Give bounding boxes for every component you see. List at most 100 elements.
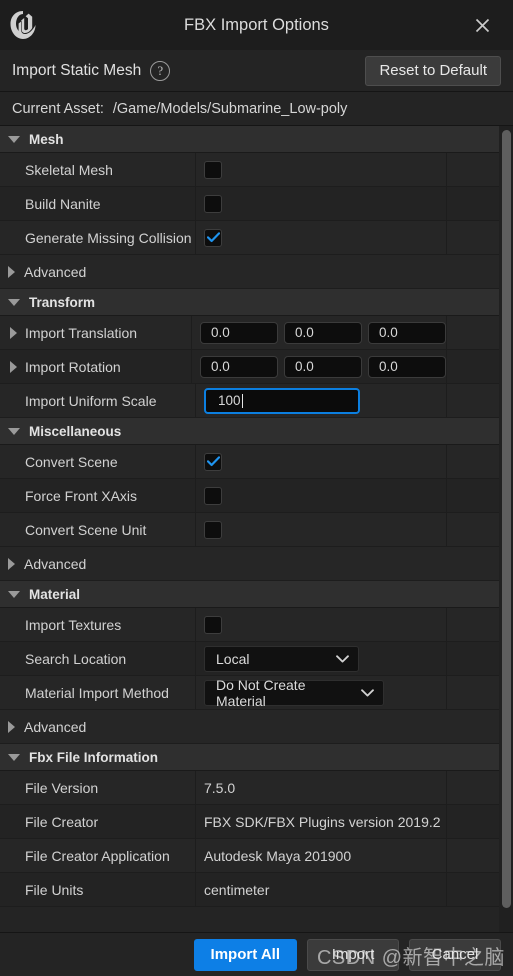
property-row: Import Textures xyxy=(0,608,499,642)
title-bar: FBX Import Options xyxy=(0,0,513,50)
property-name-cell: Force Front XAxis xyxy=(0,479,196,512)
number-input-z[interactable]: 0.0 xyxy=(368,321,446,344)
reset-to-default-button[interactable]: Reset to Default xyxy=(365,55,501,86)
property-value-cell xyxy=(196,221,447,254)
number-input-x[interactable]: 0.0 xyxy=(200,355,278,378)
property-label: Skeletal Mesh xyxy=(25,161,113,178)
property-name-cell: Import Translation xyxy=(0,316,192,349)
checkbox-force-front-xaxis[interactable] xyxy=(204,486,222,505)
chevron-down-icon[interactable] xyxy=(8,298,20,306)
advanced-section-toggle[interactable]: Advanced xyxy=(0,547,499,581)
property-row: Import Translation 0.0 0.0 0.0 xyxy=(0,316,499,350)
chevron-right-icon[interactable] xyxy=(10,360,17,373)
property-row: File Units centimeter xyxy=(0,873,499,907)
vertical-scrollbar[interactable] xyxy=(499,126,513,932)
advanced-section-toggle[interactable]: Advanced xyxy=(0,710,499,744)
category-header[interactable]: Material xyxy=(0,581,499,608)
checkbox-generate-missing-collision[interactable] xyxy=(204,228,222,247)
category-label: Material xyxy=(29,586,81,602)
property-label: Convert Scene Unit xyxy=(25,521,147,538)
property-label: Build Nanite xyxy=(25,195,101,212)
property-value-cell: 0.0 0.0 0.0 xyxy=(192,316,447,349)
checkbox-build-nanite[interactable] xyxy=(204,194,222,213)
input-value: 100 xyxy=(218,393,241,408)
property-reset-cell xyxy=(447,839,499,872)
chevron-right-icon[interactable] xyxy=(8,720,15,733)
checkbox-convert-scene[interactable] xyxy=(204,452,222,471)
property-name-cell: Generate Missing Collision xyxy=(0,221,196,254)
property-label: Import Rotation xyxy=(25,358,121,375)
category-label: Miscellaneous xyxy=(29,423,122,439)
property-value-cell xyxy=(196,513,447,546)
property-row: Material Import Method Do Not Create Mate… xyxy=(0,676,499,710)
chevron-down-icon[interactable] xyxy=(8,753,20,761)
property-value-cell xyxy=(196,479,447,512)
dropdown-value: Local xyxy=(216,650,250,667)
property-label: File Units xyxy=(25,881,84,898)
property-value-text: FBX SDK/FBX Plugins version 2019.2 xyxy=(204,813,441,830)
chevron-right-icon[interactable] xyxy=(8,265,15,278)
dropdown-material-import-method[interactable]: Do Not Create Material xyxy=(204,677,384,709)
cancel-button[interactable]: Cancel xyxy=(409,938,501,971)
number-input-y[interactable]: 0.0 xyxy=(284,355,362,378)
dialog-footer: Import All Import Cancel CSDN @新智中之脑 xyxy=(0,932,513,976)
checkbox-skeletal-mesh[interactable] xyxy=(204,160,222,179)
unreal-engine-logo xyxy=(0,0,46,50)
number-input-z[interactable]: 0.0 xyxy=(368,355,446,378)
chevron-down-icon xyxy=(347,688,374,697)
property-reset-cell xyxy=(447,642,499,675)
close-icon[interactable] xyxy=(461,0,503,50)
number-input-y[interactable]: 0.0 xyxy=(284,321,362,344)
category-label: Transform xyxy=(29,294,96,310)
property-value-cell xyxy=(196,445,447,478)
chevron-right-icon[interactable] xyxy=(8,557,15,570)
advanced-section-toggle[interactable]: Advanced xyxy=(0,255,499,289)
property-label: Import Translation xyxy=(25,324,138,341)
property-label: Force Front XAxis xyxy=(25,487,138,504)
import-button[interactable]: Import xyxy=(307,938,399,971)
property-reset-cell xyxy=(447,805,499,838)
category-header[interactable]: Transform xyxy=(0,289,499,316)
chevron-right-icon[interactable] xyxy=(10,326,17,339)
property-label: File Version xyxy=(25,779,99,796)
category-header[interactable]: Fbx File Information xyxy=(0,744,499,771)
current-asset-path: /Game/Models/Submarine_Low-poly xyxy=(112,100,348,117)
property-reset-cell xyxy=(447,316,499,349)
chevron-down-icon[interactable] xyxy=(8,427,20,435)
property-value-cell: FBX SDK/FBX Plugins version 2019.2 xyxy=(196,805,447,838)
import-uniform-scale-input[interactable]: 100 xyxy=(204,387,360,414)
property-name-cell: Convert Scene Unit xyxy=(0,513,196,546)
property-reset-cell xyxy=(447,153,499,186)
current-asset-label: Current Asset: xyxy=(12,100,104,117)
category-header[interactable]: Miscellaneous xyxy=(0,418,499,445)
property-value-cell: 100 xyxy=(196,384,447,417)
property-value-cell: 7.5.0 xyxy=(196,771,447,804)
dropdown-search-location[interactable]: Local xyxy=(204,645,359,672)
property-reset-cell xyxy=(447,187,499,220)
property-row: Build Nanite xyxy=(0,187,499,221)
chevron-down-icon[interactable] xyxy=(8,590,20,598)
import-mode-title: Import Static Mesh xyxy=(12,61,142,79)
checkbox-import-textures[interactable] xyxy=(204,615,222,634)
property-name-cell: Import Uniform Scale xyxy=(0,384,196,417)
property-value-cell xyxy=(196,187,447,220)
property-reset-cell xyxy=(447,384,499,417)
property-label: Convert Scene xyxy=(25,453,118,470)
scrollbar-thumb[interactable] xyxy=(501,130,511,909)
advanced-label: Advanced xyxy=(24,263,87,280)
property-row: File Creator FBX SDK/FBX Plugins version … xyxy=(0,805,499,839)
property-name-cell: Search Location xyxy=(0,642,196,675)
category-header[interactable]: Mesh xyxy=(0,126,499,153)
advanced-label: Advanced xyxy=(24,718,87,735)
checkbox-convert-scene-unit[interactable] xyxy=(204,520,222,539)
import-all-button[interactable]: Import All xyxy=(193,938,297,971)
property-row: Convert Scene xyxy=(0,445,499,479)
property-value-text: centimeter xyxy=(204,881,270,898)
property-label: Generate Missing Collision xyxy=(25,229,192,246)
help-circle-icon[interactable]: ? xyxy=(150,60,171,81)
property-row: Convert Scene Unit xyxy=(0,513,499,547)
property-reset-cell xyxy=(447,873,499,906)
chevron-down-icon[interactable] xyxy=(8,135,20,143)
property-reset-cell xyxy=(447,479,499,512)
number-input-x[interactable]: 0.0 xyxy=(200,321,278,344)
